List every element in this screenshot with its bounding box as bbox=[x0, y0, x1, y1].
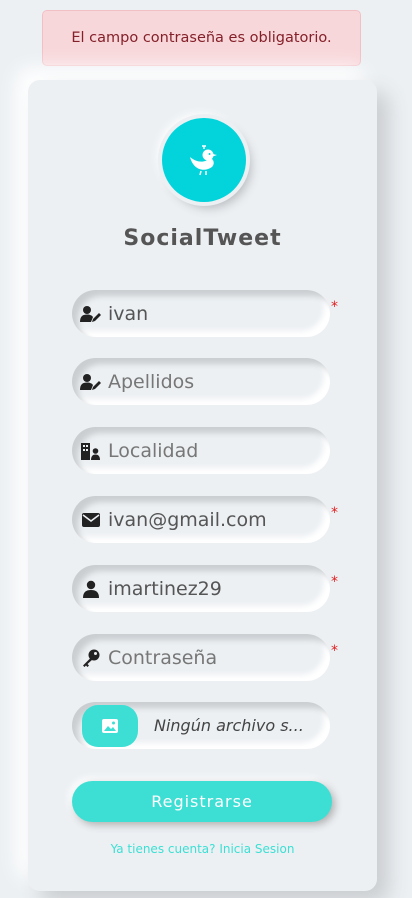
required-marker: * bbox=[331, 574, 338, 590]
password-input[interactable]: Contraseña * bbox=[72, 634, 338, 681]
required-marker: * bbox=[331, 505, 338, 521]
usuario-input[interactable]: imartinez29 * bbox=[72, 565, 338, 612]
user-icon bbox=[80, 578, 102, 600]
envelope-icon bbox=[80, 509, 102, 531]
localidad-input[interactable]: Localidad bbox=[72, 427, 330, 474]
email-input[interactable]: ivan@gmail.com * bbox=[72, 496, 338, 543]
register-card: SocialTweet ivan * Apellidos Localidad i… bbox=[28, 80, 377, 891]
required-marker: * bbox=[331, 299, 338, 315]
register-button[interactable]: Registrarse bbox=[72, 781, 332, 822]
usuario-value: imartinez29 bbox=[108, 577, 222, 600]
required-marker: * bbox=[331, 643, 338, 659]
choose-file-button[interactable] bbox=[82, 704, 138, 747]
login-link[interactable]: Ya tienes cuenta? Inicia Sesion bbox=[28, 842, 377, 856]
localidad-placeholder: Localidad bbox=[108, 439, 199, 462]
apellidos-input[interactable]: Apellidos bbox=[72, 358, 330, 405]
bird-icon bbox=[190, 145, 217, 176]
file-name-label: Ningún archivo s... bbox=[154, 716, 304, 735]
error-alert: El campo contraseña es obligatorio. bbox=[42, 10, 361, 66]
brand-name: SocialTweet bbox=[123, 226, 282, 251]
key-icon bbox=[80, 647, 102, 669]
password-placeholder: Contraseña bbox=[108, 646, 218, 669]
nombre-input[interactable]: ivan * bbox=[72, 290, 338, 337]
avatar-file-input[interactable]: Ningún archivo s... bbox=[72, 702, 330, 749]
image-icon bbox=[102, 718, 118, 733]
apellidos-placeholder: Apellidos bbox=[108, 370, 195, 393]
city-icon bbox=[80, 440, 102, 462]
user-edit-icon bbox=[80, 371, 102, 393]
nombre-value: ivan bbox=[108, 302, 149, 325]
user-edit-icon bbox=[80, 303, 102, 325]
error-alert-message: El campo contraseña es obligatorio. bbox=[71, 30, 332, 46]
email-value: ivan@gmail.com bbox=[108, 508, 267, 531]
logo bbox=[162, 118, 246, 202]
